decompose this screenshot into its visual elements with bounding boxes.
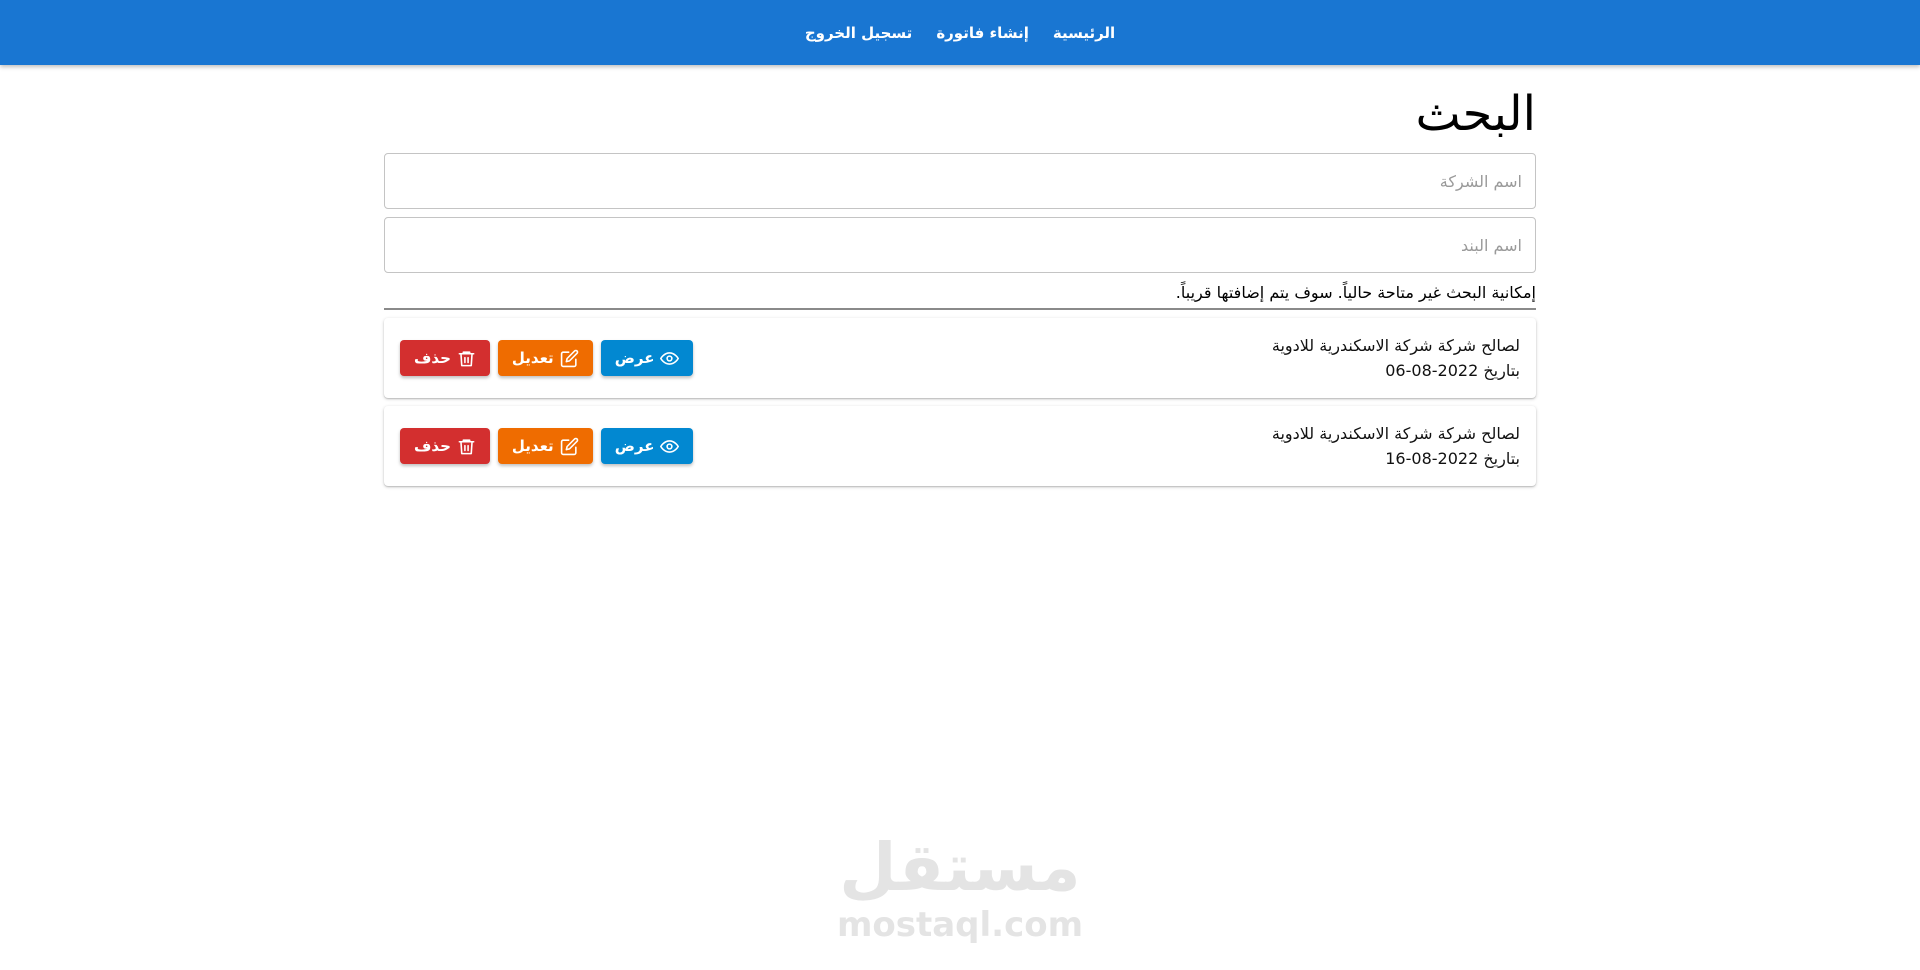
- item-name-field: [384, 217, 1536, 273]
- invoice-date: بتاريخ 2022-08-16: [1385, 449, 1520, 468]
- view-button-label: عرض: [614, 349, 655, 367]
- invoice-actions: عرض تعديل حذف: [400, 428, 694, 464]
- delete-button-label: حذف: [414, 349, 451, 367]
- delete-button[interactable]: حذف: [400, 428, 490, 464]
- edit-button[interactable]: تعديل: [497, 428, 593, 464]
- edit-icon: [560, 349, 579, 368]
- edit-icon: [560, 437, 579, 456]
- view-button[interactable]: عرض: [600, 428, 694, 464]
- trash-icon: [457, 349, 476, 368]
- watermark-arabic: مستقل: [839, 829, 1081, 906]
- invoice-date: بتاريخ 2022-08-06: [1385, 361, 1520, 380]
- delete-button[interactable]: حذف: [400, 340, 490, 376]
- watermark-latin: mostaql.com: [836, 905, 1084, 945]
- invoice-party: لصالح شركة شركة الاسكندرية للادوية: [1271, 336, 1520, 355]
- mostaql-watermark: مستقل mostaql.com: [0, 829, 1920, 945]
- edit-button-label: تعديل: [511, 349, 554, 367]
- invoice-card: لصالح شركة شركة الاسكندرية للادوية بتاري…: [384, 318, 1536, 398]
- edit-button[interactable]: تعديل: [497, 340, 593, 376]
- view-button-label: عرض: [614, 437, 655, 455]
- nav-home-link[interactable]: الرئيسية: [1053, 24, 1115, 42]
- invoice-card: لصالح شركة شركة الاسكندرية للادوية بتاري…: [384, 406, 1536, 486]
- item-name-input[interactable]: [385, 218, 1535, 272]
- eye-icon: [660, 349, 680, 368]
- invoice-info: لصالح شركة شركة الاسكندرية للادوية بتاري…: [1272, 333, 1520, 383]
- main-content: البحث إمكانية البحث غير متاحة حالياً. سو…: [384, 65, 1536, 486]
- invoice-info: لصالح شركة شركة الاسكندرية للادوية بتاري…: [1272, 421, 1520, 471]
- nav-create-invoice-link[interactable]: إنشاء فاتورة: [936, 24, 1029, 42]
- edit-button-label: تعديل: [511, 437, 554, 455]
- search-unavailable-notice: إمكانية البحث غير متاحة حالياً. سوف يتم …: [384, 283, 1536, 310]
- trash-icon: [457, 437, 476, 456]
- nav-logout-link[interactable]: تسجيل الخروج: [805, 24, 913, 42]
- invoice-actions: عرض تعديل حذف: [400, 340, 694, 376]
- company-name-field: [384, 153, 1536, 209]
- page-title: البحث: [1415, 86, 1536, 142]
- view-button[interactable]: عرض: [600, 340, 694, 376]
- company-name-input[interactable]: [385, 154, 1535, 208]
- top-app-bar: الرئيسية إنشاء فاتورة تسجيل الخروج: [0, 0, 1920, 65]
- eye-icon: [660, 437, 680, 456]
- delete-button-label: حذف: [414, 437, 451, 455]
- invoice-party: لصالح شركة شركة الاسكندرية للادوية: [1271, 424, 1520, 443]
